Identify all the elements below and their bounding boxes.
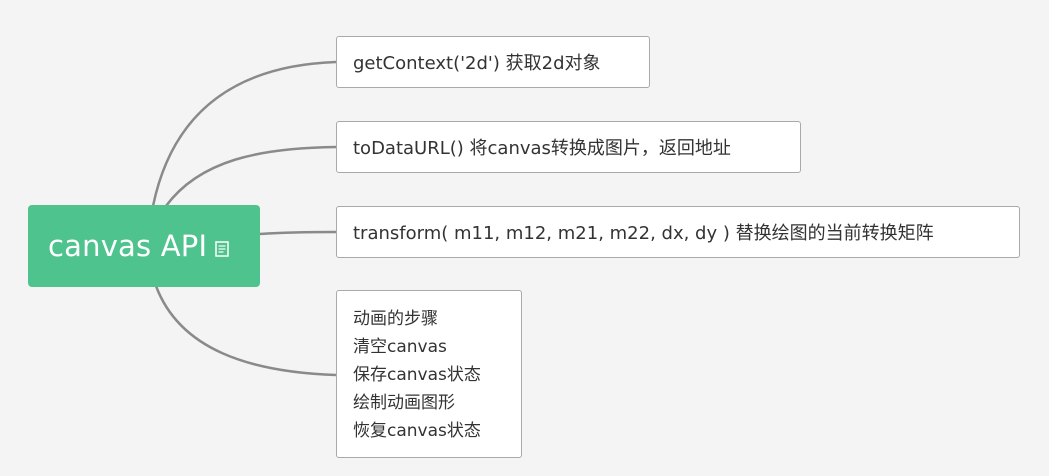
subtopic-text: transform( m11, m12, m21, m22, dx, dy ) … (353, 223, 934, 244)
subtopic-line: 保存canvas状态 (353, 365, 481, 385)
connector-to-node-4 (154, 285, 337, 377)
subtopic-line: 恢复canvas状态 (353, 421, 481, 441)
root-topic-title: canvas API (48, 228, 208, 263)
subtopic-text: toDataURL() 将canvas转换成图片，返回地址 (353, 138, 731, 159)
subtopic-todataurl[interactable]: toDataURL() 将canvas转换成图片，返回地址 (336, 121, 801, 173)
subtopic-line: 清空canvas (353, 337, 447, 357)
connector-to-node-3 (259, 230, 337, 236)
subtopic-line: 绘制动画图形 (353, 393, 455, 413)
subtopic-text: getContext('2d') 获取2d对象 (353, 53, 601, 74)
subtopic-getcontext[interactable]: getContext('2d') 获取2d对象 (336, 36, 650, 88)
connector-to-node-1 (151, 60, 337, 207)
subtopic-transform[interactable]: transform( m11, m12, m21, m22, dx, dy ) … (336, 206, 1020, 258)
subtopic-animation-steps[interactable]: 动画的步骤 清空canvas 保存canvas状态 绘制动画图形 恢复canva… (336, 290, 522, 458)
root-topic-node[interactable]: canvas API (28, 205, 260, 287)
note-icon[interactable] (215, 240, 230, 257)
connector-to-node-2 (164, 145, 337, 207)
subtopic-line: 动画的步骤 (353, 309, 438, 329)
